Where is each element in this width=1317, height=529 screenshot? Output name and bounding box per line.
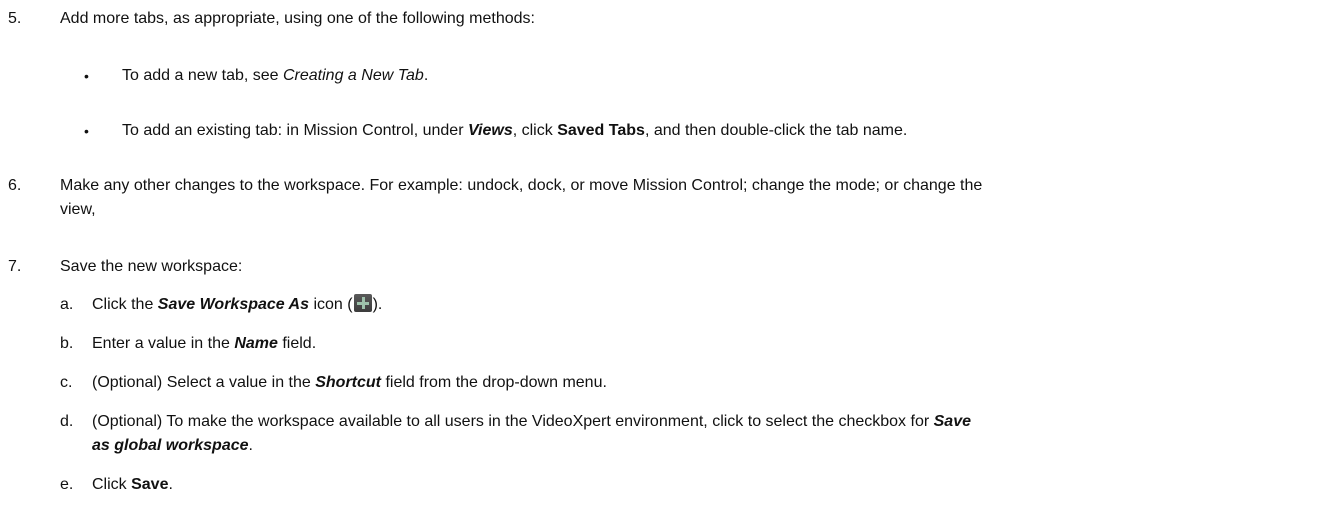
substep-text-post: . (248, 437, 253, 454)
bullet-text-mid: , click (512, 122, 558, 139)
save-term: Save (933, 413, 971, 430)
substep-text-pre: Enter a value in the (92, 335, 235, 352)
bullet-item: • To add a new tab, see Creating a New T… (84, 65, 1294, 87)
substep-text-pre: (Optional) Select a value in the (92, 374, 316, 391)
creating-new-tab-link[interactable]: Creating a New Tab (283, 67, 424, 84)
substep-text: (Optional) Select a value in the Shortcu… (92, 372, 1290, 394)
substep-text: Click the Save Workspace As icon (). (92, 294, 1290, 316)
substep-letter: a. (60, 296, 74, 313)
name-term: Name (234, 335, 278, 352)
step-7-text: Save the new workspace: (60, 258, 243, 275)
document-page: 5. Add more tabs, as appropriate, using … (0, 0, 1317, 529)
global-workspace-term: as global workspace (92, 437, 249, 454)
views-term: Views (467, 122, 513, 139)
step-number: 6. (8, 177, 22, 194)
substep-text-mid: icon ( (309, 296, 353, 313)
substep-d-line-2: as global workspace. (92, 435, 1290, 457)
step-number: 7. (8, 258, 22, 275)
substep-text-post: field. (277, 335, 317, 352)
bullet-item: • To add an existing tab: in Mission Con… (84, 120, 1294, 142)
step-6-line-1: Make any other changes to the workspace.… (60, 177, 983, 194)
substep-d: d. (Optional) To make the workspace avai… (60, 411, 1290, 457)
substep-text-post: . (168, 476, 173, 493)
save-workspace-as-term: Save Workspace As (157, 296, 309, 313)
plus-icon (353, 294, 372, 312)
step-5: 5. Add more tabs, as appropriate, using … (8, 8, 1298, 30)
bullet-text: To add a new tab, see Creating a New Tab… (122, 65, 1294, 87)
substep-text-post: field from the drop-down menu. (381, 374, 607, 391)
substep-b: b. Enter a value in the Name field. (60, 333, 1290, 355)
step-7: 7. Save the new workspace: (8, 256, 1298, 278)
substep-text-post: ). (372, 296, 383, 313)
step-6: 6. Make any other changes to the workspa… (8, 175, 1298, 221)
step-text: Make any other changes to the workspace.… (60, 175, 1298, 221)
substep-c: c. (Optional) Select a value in the Shor… (60, 372, 1290, 394)
substep-letter: b. (60, 335, 74, 352)
substep-e: e. Click Save. (60, 474, 1290, 496)
step-text: Save the new workspace: (60, 256, 1298, 278)
substep-letter: e. (60, 476, 74, 493)
save-button-term: Save (131, 476, 169, 493)
bullet-icon: • (84, 68, 89, 84)
bullet-text: To add an existing tab: in Mission Contr… (122, 120, 1294, 142)
substep-a: a. Click the Save Workspace As icon (). (60, 294, 1290, 316)
substep-text: (Optional) To make the workspace availab… (92, 411, 1290, 457)
bullet-icon: • (84, 123, 89, 139)
substep-letter: d. (60, 413, 74, 430)
substep-letter: c. (60, 374, 73, 391)
saved-tabs-term: Saved Tabs (557, 122, 645, 139)
step-6-line-2: view, (60, 201, 96, 218)
substep-text-pre: Click (92, 476, 132, 493)
bullet-text-post: . (423, 67, 429, 84)
step-text: Add more tabs, as appropriate, using one… (60, 8, 1298, 30)
step-5-text: Add more tabs, as appropriate, using one… (60, 10, 535, 27)
bullet-text-pre: To add an existing tab: in Mission Contr… (122, 122, 468, 139)
shortcut-term: Shortcut (315, 374, 382, 391)
substep-text-pre: Click the (92, 296, 158, 313)
step-number: 5. (8, 10, 22, 27)
substep-text: Click Save. (92, 474, 1290, 496)
substep-d-text: (Optional) To make the workspace availab… (92, 413, 934, 430)
substep-d-line-1: (Optional) To make the workspace availab… (92, 411, 1290, 433)
substep-text: Enter a value in the Name field. (92, 333, 1290, 355)
bullet-text-post: , and then double-click the tab name. (644, 122, 908, 139)
bullet-text-pre: To add a new tab, see (122, 67, 283, 84)
